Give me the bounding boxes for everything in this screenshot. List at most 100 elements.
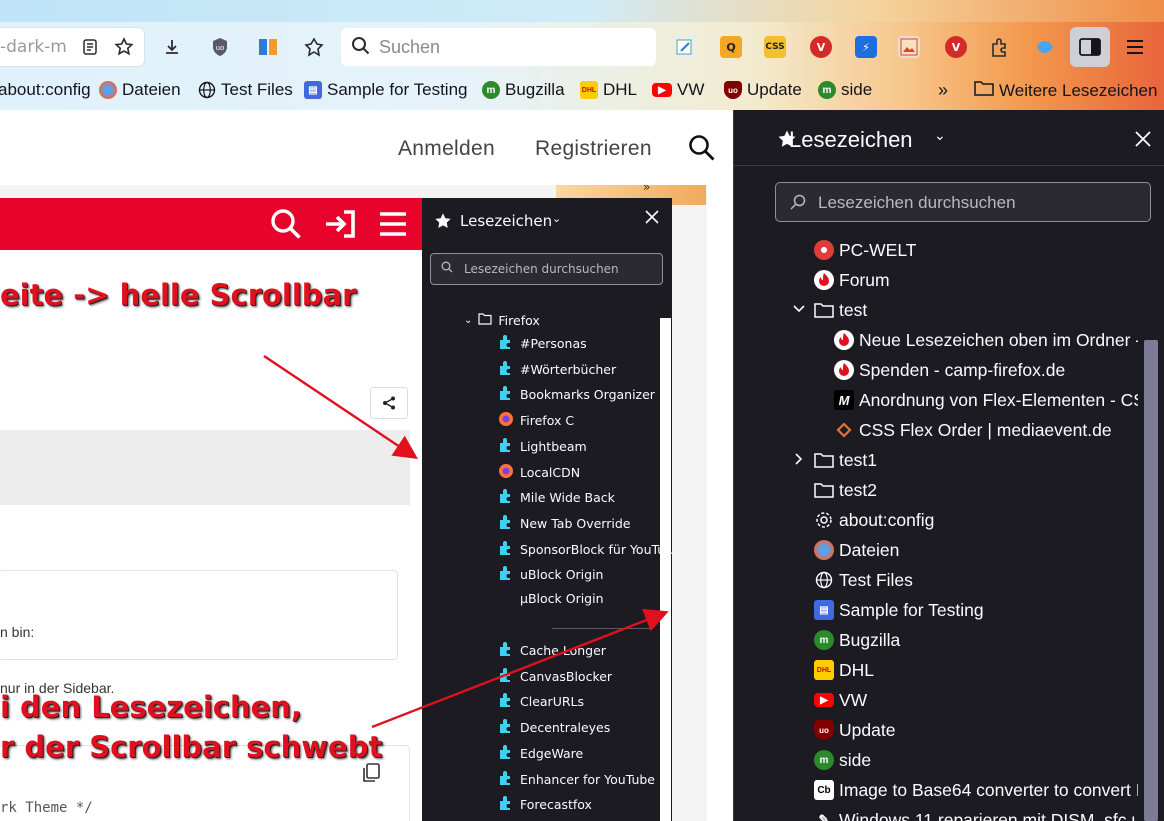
css-extension-icon[interactable]: CSS [764, 36, 786, 58]
search-bar[interactable] [341, 28, 656, 66]
sidebar-search-input[interactable]: Lesezeichen durchsuchen [775, 182, 1151, 222]
bookmark-sample-for-testing[interactable]: ▤ Sample for Testing [814, 595, 984, 625]
bookmark-sample-for-testing[interactable]: ▤ Sample for Testing [304, 80, 467, 100]
firefox-forum-icon [814, 270, 834, 290]
chevron-right-icon[interactable] [792, 452, 806, 470]
browser-window: -dark-m uo Q CSS V ⚡ V [0, 0, 1164, 821]
svg-text:uo: uo [216, 44, 225, 52]
reader-view-icon[interactable] [78, 35, 102, 59]
bookmark-anordnung-von-flex-elementen-css[interactable]: M Anordnung von Flex-Elementen - CSS [834, 385, 1138, 415]
menu-icon[interactable] [1123, 35, 1147, 59]
lightning-extension-icon[interactable]: ⚡ [855, 36, 877, 58]
folder-test[interactable]: test [814, 295, 867, 325]
bookmark-label: Image to Base64 converter to convert In [839, 779, 1138, 800]
bookmark-dhl[interactable]: DHL DHL [814, 655, 874, 685]
bookmark-label: PC-WELT [839, 239, 917, 260]
bookmark-dateien[interactable]: Dateien [814, 535, 899, 565]
bookmark-about-config[interactable]: about:config [814, 505, 934, 535]
bookmark-dhl[interactable]: DHL DHL [580, 80, 637, 100]
bookmark-side[interactable]: m side [814, 745, 871, 775]
bookmark-label: VW [839, 689, 868, 710]
search-input[interactable] [379, 33, 639, 61]
bookmark-bugzilla[interactable]: m Bugzilla [482, 80, 565, 100]
sidebar-title[interactable]: Lesezeichen [789, 127, 913, 153]
bookmark-label: Sample for Testing [839, 599, 984, 620]
bookmark-windows-11-reparieren-mit-dism-sfc-un[interactable]: ✎ Windows 11 reparieren mit DISM, sfc un [814, 805, 1138, 821]
close-icon[interactable] [1134, 130, 1152, 152]
pen-icon: ✎ [818, 812, 830, 821]
container-icon[interactable] [256, 35, 280, 59]
bugzilla-icon: m [814, 750, 834, 770]
chevron-down-icon[interactable] [792, 302, 806, 320]
globe-icon [198, 81, 216, 99]
bookmark-label: Neue Lesezeichen oben im Ordner - I [859, 329, 1138, 350]
sample-icon: ▤ [304, 81, 322, 99]
bookmark-label: Weitere Lesezeichen [999, 80, 1158, 100]
url-bar[interactable]: -dark-m [0, 28, 144, 66]
bookmark-label: Test Files [839, 569, 913, 590]
bookmark-label: Update [839, 719, 896, 740]
download-icon[interactable] [160, 35, 184, 59]
bookmark-neue-lesezeichen-oben-im-ordner-i[interactable]: Neue Lesezeichen oben im Ordner - I [834, 325, 1138, 355]
other-bookmarks-folder[interactable]: Weitere Lesezeichen [974, 80, 1157, 101]
bookmark-bugzilla[interactable]: m Bugzilla [814, 625, 900, 655]
folder-test1[interactable]: test1 [814, 445, 877, 475]
extension-puzzle-icon[interactable] [988, 35, 1012, 59]
bookmarks-toolbar: about:config Dateien Test Files ▤ Sample … [0, 76, 1164, 106]
bookmark-dateien[interactable]: Dateien [99, 80, 181, 100]
vivaldi-red-extension-icon[interactable]: V [945, 36, 967, 58]
bookmark-vw[interactable]: ▶ VW [814, 685, 867, 715]
bookmark-label: test1 [839, 449, 877, 470]
bookmarks-sidebar: Lesezeichen ⌄ Lesezeichen durchsuchen PC… [733, 110, 1164, 821]
folder-icon [814, 450, 834, 470]
bookmark-image-to-base64-converter-to-convert-in[interactable]: Cb Image to Base64 converter to convert I… [814, 775, 1138, 805]
bookmark-forum[interactable]: Forum [814, 265, 890, 295]
gear-icon [814, 510, 834, 530]
pin-icon[interactable] [302, 35, 326, 59]
folder-icon [814, 480, 834, 500]
bookmark-label: about:config [0, 80, 91, 99]
overflow-chevron-icon[interactable]: » [938, 80, 948, 101]
camp-firefox-icon [834, 330, 854, 350]
picture-extension-icon[interactable] [898, 36, 920, 58]
chevron-down-icon[interactable]: ⌄ [934, 128, 946, 144]
bookmark-update[interactable]: uo Update [814, 715, 895, 745]
bookmark-test-files[interactable]: Test Files [198, 80, 293, 100]
shield-icon[interactable]: uo [208, 35, 232, 59]
camp-firefox-icon [834, 360, 854, 380]
folder-icon [974, 80, 994, 101]
bookmark-label: Test Files [221, 80, 293, 99]
bookmark-label: Bugzilla [839, 629, 901, 650]
magnifier-extension-icon[interactable]: Q [720, 36, 742, 58]
sidebar-scrollbar-thumb[interactable] [1144, 340, 1158, 821]
blue-extension-icon[interactable] [1034, 36, 1056, 58]
bookmark-star-icon[interactable] [112, 35, 136, 59]
bookmark-about-config[interactable]: about:config [0, 80, 91, 100]
bookmark-test-files[interactable]: Test Files [814, 565, 913, 595]
bookmark-pc-welt[interactable]: PC-WELT [814, 235, 916, 265]
bookmark-label: Sample for Testing [327, 80, 468, 99]
bookmark-spenden-camp-firefox-de[interactable]: Spenden - camp-firefox.de [834, 355, 1065, 385]
folder-icon [814, 300, 834, 320]
youtube-icon: ▶ [652, 83, 672, 97]
bookmark-side[interactable]: m side [818, 80, 872, 100]
search-placeholder: Lesezeichen durchsuchen [818, 193, 1016, 212]
sidebar-toggle-icon[interactable] [1070, 27, 1110, 67]
bookmark-label: side [841, 80, 873, 99]
bookmark-vw[interactable]: ▶ VW [652, 80, 704, 100]
bookmark-label: Update [747, 80, 802, 99]
edit-extension-icon[interactable] [674, 36, 696, 58]
dhl-icon: DHL [814, 660, 834, 680]
search-icon [351, 36, 371, 61]
vivaldi-extension-icon[interactable]: V [810, 36, 832, 58]
bookmark-css-flex-order-mediaevent-de[interactable]: CSS Flex Order | mediaevent.de [834, 415, 1112, 445]
pcwelt-icon [814, 240, 834, 260]
bookmark-label: Dateien [839, 539, 900, 560]
bookmark-update[interactable]: uo Update [724, 80, 802, 100]
bugzilla-icon: m [814, 630, 834, 650]
mdn-icon: M [834, 390, 854, 410]
folder-test2[interactable]: test2 [814, 475, 877, 505]
web-page: Anmelden Registrieren » eite -> helle Sc… [0, 110, 733, 821]
dhl-icon: DHL [580, 81, 598, 99]
annotation-arrows [263, 355, 669, 729]
